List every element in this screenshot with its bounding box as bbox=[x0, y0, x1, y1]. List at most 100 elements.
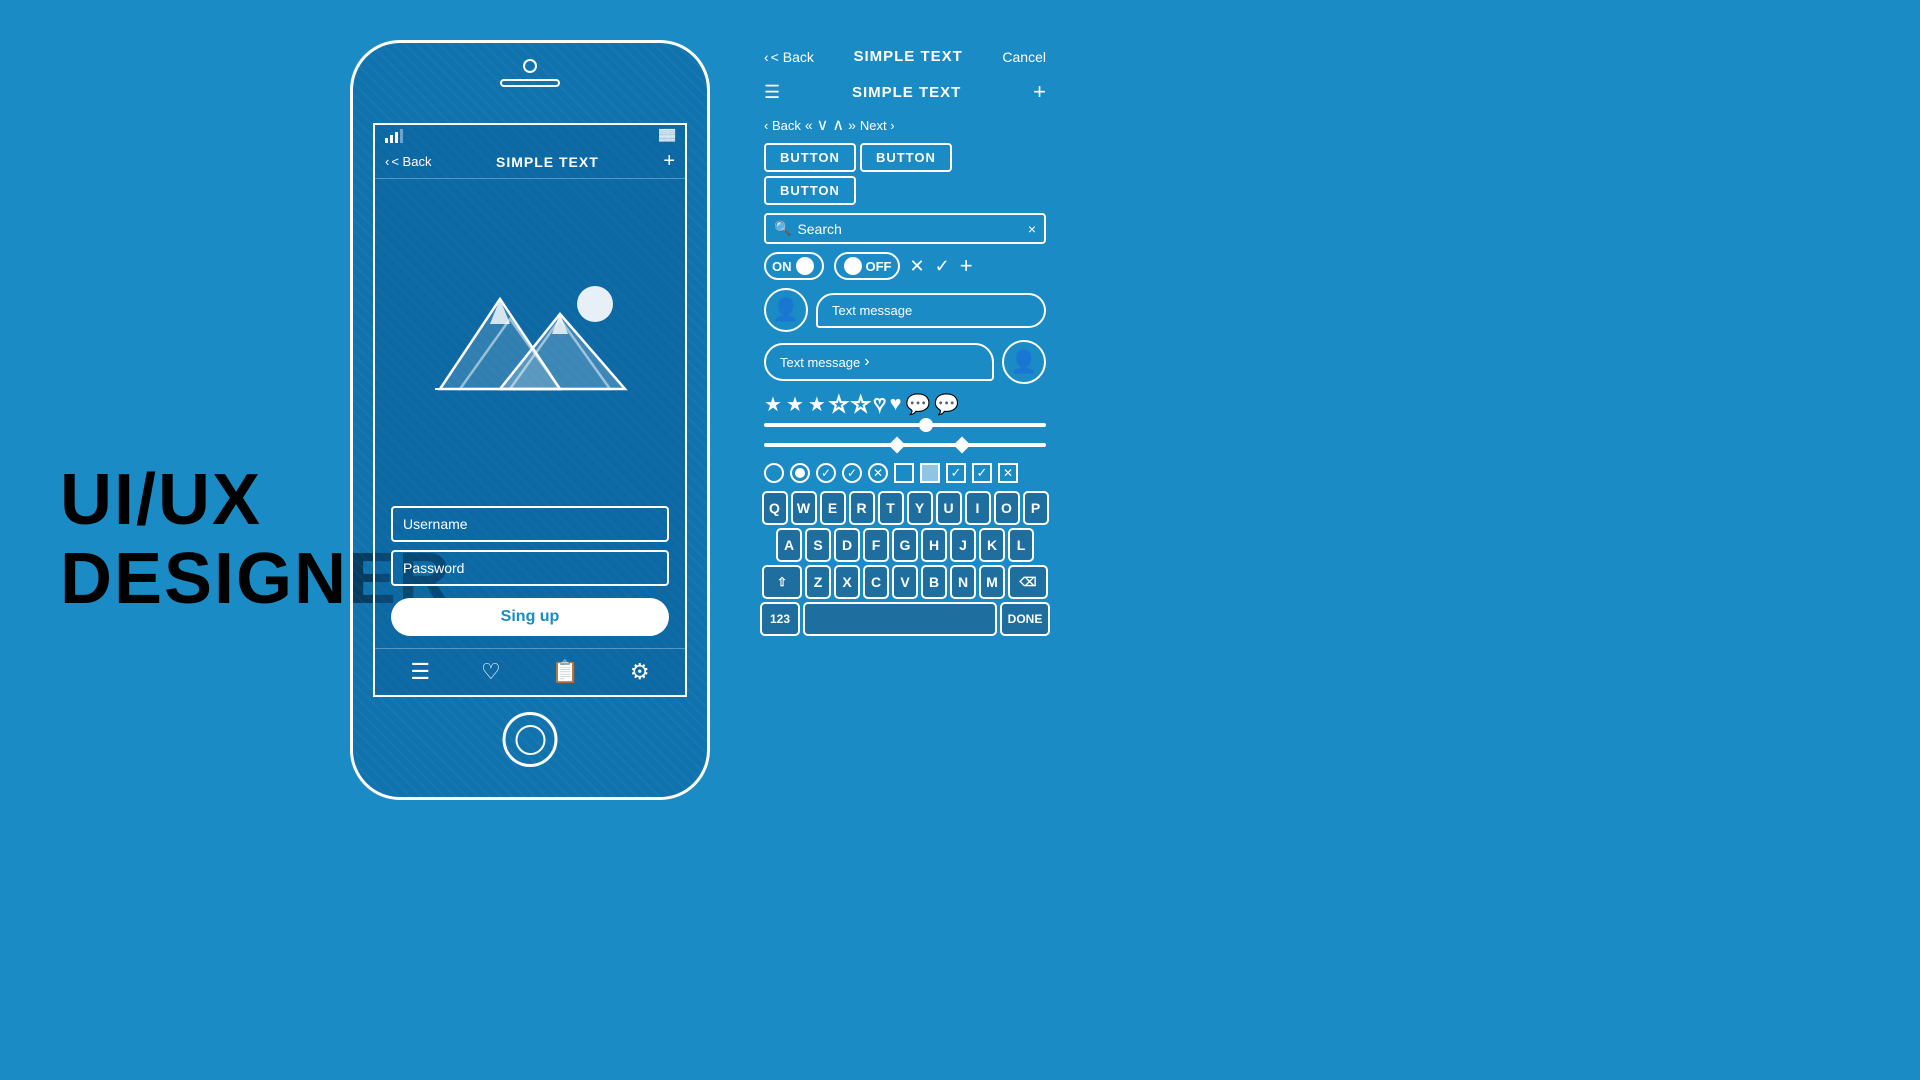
menu-icon[interactable]: ☰ bbox=[410, 659, 430, 685]
toggle-off[interactable]: OFF bbox=[834, 252, 900, 280]
key-i[interactable]: I bbox=[965, 491, 991, 525]
key-d[interactable]: D bbox=[834, 528, 860, 562]
ui-back-button-2[interactable]: ‹ Back bbox=[764, 118, 801, 133]
key-o[interactable]: O bbox=[994, 491, 1020, 525]
star-2[interactable]: ★ bbox=[786, 392, 804, 417]
key-backspace[interactable]: ⌫ bbox=[1008, 565, 1048, 599]
key-shift[interactable]: ⇧ bbox=[762, 565, 802, 599]
signup-button[interactable]: Sing up bbox=[391, 598, 669, 636]
phone-image-area bbox=[375, 179, 685, 498]
speech-bubble-filled[interactable]: 💬 bbox=[934, 392, 959, 417]
key-w[interactable]: W bbox=[791, 491, 817, 525]
heart-empty-1[interactable]: ♥ bbox=[874, 393, 886, 416]
ui-add-icon[interactable]: + bbox=[1033, 79, 1046, 105]
ui-up-button[interactable]: ∧ bbox=[832, 115, 844, 135]
heart-icon[interactable]: ♡ bbox=[481, 659, 501, 685]
key-q[interactable]: Q bbox=[762, 491, 788, 525]
ui-button-3[interactable]: BUTTON bbox=[764, 176, 856, 205]
star-4[interactable]: ★ bbox=[830, 392, 848, 417]
ui-nav-title-1: SIMPLE TEXT bbox=[853, 48, 962, 65]
square-empty[interactable] bbox=[894, 463, 914, 483]
key-y[interactable]: Y bbox=[907, 491, 933, 525]
phone-add-button[interactable]: + bbox=[663, 150, 675, 173]
close-icon[interactable]: ✕ bbox=[910, 256, 925, 277]
user-icon-left: 👤 bbox=[772, 297, 799, 323]
check-circle-2[interactable]: ✓ bbox=[842, 463, 862, 483]
key-v[interactable]: V bbox=[892, 565, 918, 599]
star-3[interactable]: ★ bbox=[808, 392, 826, 417]
password-field[interactable]: Password bbox=[391, 550, 669, 586]
ui-checkbox-row: ✓ ✓ ✕ ✓ ✓ ✕ bbox=[760, 459, 1050, 487]
phone-form: Username Password Sing up bbox=[375, 498, 685, 648]
square-checked-2[interactable]: ✓ bbox=[972, 463, 992, 483]
keyboard-row-4: 123 DONE bbox=[760, 602, 1050, 636]
key-c[interactable]: C bbox=[863, 565, 889, 599]
ui-down-button[interactable]: ∨ bbox=[817, 115, 829, 135]
square-half[interactable] bbox=[920, 463, 940, 483]
key-s[interactable]: S bbox=[805, 528, 831, 562]
key-j[interactable]: J bbox=[950, 528, 976, 562]
key-b[interactable]: B bbox=[921, 565, 947, 599]
ui-toggle-row: ON OFF ✕ ✓ + bbox=[760, 248, 1050, 284]
radio-empty[interactable] bbox=[764, 463, 784, 483]
star-1[interactable]: ★ bbox=[764, 392, 782, 417]
plus-icon[interactable]: + bbox=[960, 253, 973, 279]
slider-thumb-1[interactable] bbox=[919, 418, 933, 432]
check-icon[interactable]: ✓ bbox=[935, 256, 950, 277]
phone-back-label: < Back bbox=[391, 154, 431, 169]
list-icon[interactable]: 📋 bbox=[552, 659, 579, 685]
toggle-on-label: ON bbox=[772, 259, 792, 274]
ui-button-2[interactable]: BUTTON bbox=[860, 143, 952, 172]
key-f[interactable]: F bbox=[863, 528, 889, 562]
key-a[interactable]: A bbox=[776, 528, 802, 562]
search-clear-icon[interactable]: × bbox=[1028, 221, 1036, 237]
ui-search-box[interactable]: 🔍 Search × bbox=[764, 213, 1046, 244]
key-h[interactable]: H bbox=[921, 528, 947, 562]
toggle-on[interactable]: ON bbox=[764, 252, 824, 280]
star-5[interactable]: ★ bbox=[852, 392, 870, 417]
slider-1[interactable] bbox=[764, 423, 1046, 437]
slider-2[interactable] bbox=[764, 443, 1046, 457]
key-r[interactable]: R bbox=[849, 491, 875, 525]
key-z[interactable]: Z bbox=[805, 565, 831, 599]
x-circle[interactable]: ✕ bbox=[868, 463, 888, 483]
key-m[interactable]: M bbox=[979, 565, 1005, 599]
username-field[interactable]: Username bbox=[391, 506, 669, 542]
key-k[interactable]: K bbox=[979, 528, 1005, 562]
phone-body: ▓▓ ‹ < Back SIMPLE TEXT + bbox=[350, 40, 710, 800]
check-circle-1[interactable]: ✓ bbox=[816, 463, 836, 483]
ui-prev-prev-button[interactable]: « bbox=[805, 117, 813, 133]
slider-thumb-2[interactable] bbox=[888, 437, 905, 454]
square-x[interactable]: ✕ bbox=[998, 463, 1018, 483]
square-checked[interactable]: ✓ bbox=[946, 463, 966, 483]
hamburger-menu-icon[interactable]: ☰ bbox=[764, 82, 780, 103]
ui-cancel-button[interactable]: Cancel bbox=[1002, 49, 1046, 65]
ui-button-1[interactable]: BUTTON bbox=[764, 143, 856, 172]
key-t[interactable]: T bbox=[878, 491, 904, 525]
ui-back-button-1[interactable]: ‹ < Back bbox=[764, 49, 814, 65]
phone-home-button[interactable] bbox=[503, 712, 558, 767]
ui-next-button[interactable]: Next › bbox=[860, 118, 895, 133]
key-n[interactable]: N bbox=[950, 565, 976, 599]
key-u[interactable]: U bbox=[936, 491, 962, 525]
radio-filled[interactable] bbox=[790, 463, 810, 483]
key-e[interactable]: E bbox=[820, 491, 846, 525]
key-space[interactable] bbox=[803, 602, 997, 636]
speech-bubble-empty[interactable]: 💬 bbox=[905, 392, 930, 417]
settings-icon[interactable]: ⚙ bbox=[630, 659, 650, 685]
ui-next-next-button[interactable]: » bbox=[848, 117, 856, 133]
phone-back-button[interactable]: ‹ < Back bbox=[385, 154, 431, 169]
heart-filled-1[interactable]: ♥ bbox=[890, 393, 902, 416]
key-g[interactable]: G bbox=[892, 528, 918, 562]
key-p[interactable]: P bbox=[1023, 491, 1049, 525]
ui-buttons-row: BUTTON BUTTON BUTTON bbox=[760, 139, 1050, 209]
slider-thumb-3[interactable] bbox=[953, 437, 970, 454]
key-done[interactable]: DONE bbox=[1000, 602, 1050, 636]
slider-track-1 bbox=[764, 423, 1046, 427]
chevron-left-icon-1: ‹ bbox=[764, 49, 769, 65]
key-x[interactable]: X bbox=[834, 565, 860, 599]
key-123[interactable]: 123 bbox=[760, 602, 800, 636]
bubble-arrow-icon: › bbox=[864, 353, 869, 371]
phone-mockup: ▓▓ ‹ < Back SIMPLE TEXT + bbox=[350, 40, 710, 820]
key-l[interactable]: L bbox=[1008, 528, 1034, 562]
